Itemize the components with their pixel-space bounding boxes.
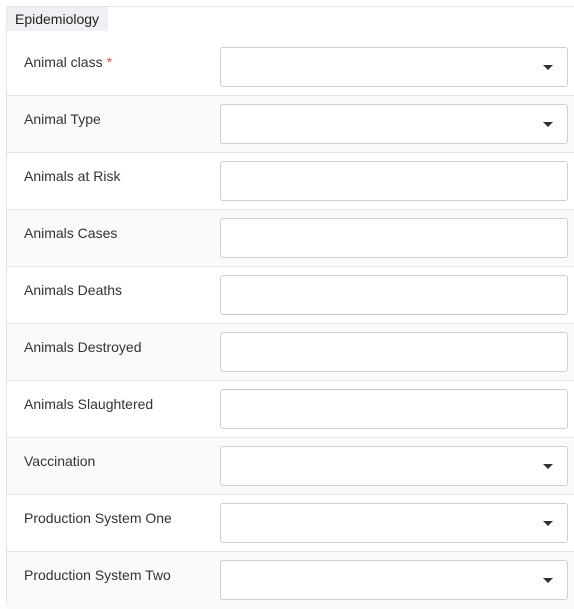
epidemiology-section: Epidemiology Animal class * Animal Type A… (6, 6, 574, 609)
form-row-animals-deaths: Animals Deaths (7, 267, 574, 324)
animal-class-select[interactable] (220, 47, 568, 87)
animals-deaths-input[interactable] (220, 275, 568, 315)
production-system-two-label: Production System Two (24, 567, 171, 583)
chevron-down-icon (543, 521, 553, 526)
animals-destroyed-input[interactable] (220, 332, 568, 372)
chevron-down-icon (543, 464, 553, 469)
form-row-production-system-one: Production System One (7, 495, 574, 552)
chevron-down-icon (543, 122, 553, 127)
animals-cases-input[interactable] (220, 218, 568, 258)
chevron-down-icon (543, 578, 553, 583)
form-row-animal-class: Animal class * (7, 39, 574, 96)
form-row-production-system-two: Production System Two (7, 552, 574, 609)
production-system-two-select[interactable] (220, 560, 568, 600)
vaccination-select[interactable] (220, 446, 568, 486)
required-marker: * (106, 54, 113, 70)
form-row-animals-slaughtered: Animals Slaughtered (7, 381, 574, 438)
animals-at-risk-label: Animals at Risk (24, 168, 121, 184)
animals-at-risk-input[interactable] (220, 161, 568, 201)
animals-destroyed-label: Animals Destroyed (24, 339, 142, 355)
animals-deaths-label: Animals Deaths (24, 282, 123, 298)
form-row-vaccination: Vaccination (7, 438, 574, 495)
vaccination-label: Vaccination (24, 453, 96, 469)
animal-class-label: Animal class * (24, 54, 113, 70)
chevron-down-icon (543, 65, 553, 70)
production-system-one-label: Production System One (24, 510, 172, 526)
section-title: Epidemiology (7, 7, 108, 31)
form-row-animals-at-risk: Animals at Risk (7, 153, 574, 210)
animal-type-select[interactable] (220, 104, 568, 144)
form-row-animals-destroyed: Animals Destroyed (7, 324, 574, 381)
form-rows: Animal class * Animal Type Animals at Ris… (7, 39, 574, 609)
animals-slaughtered-input[interactable] (220, 389, 568, 429)
form-row-animals-cases: Animals Cases (7, 210, 574, 267)
form-row-animal-type: Animal Type (7, 96, 574, 153)
animals-cases-label: Animals Cases (24, 225, 118, 241)
production-system-one-select[interactable] (220, 503, 568, 543)
animal-type-label: Animal Type (24, 111, 101, 127)
animals-slaughtered-label: Animals Slaughtered (24, 396, 154, 412)
